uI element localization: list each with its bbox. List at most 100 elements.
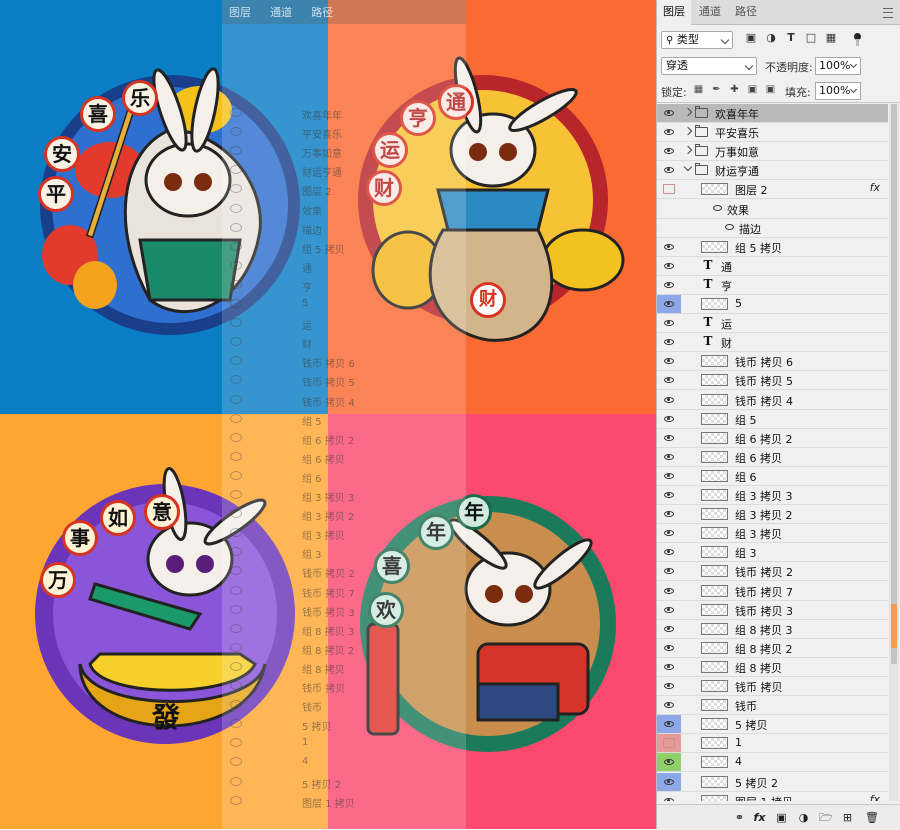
lock-artboard-icon[interactable]: ▣: [747, 84, 758, 95]
layer-row[interactable]: 组 5: [657, 410, 888, 429]
chevron-right-icon[interactable]: [683, 126, 693, 136]
visibility-toggle[interactable]: [657, 639, 681, 657]
layer-row[interactable]: T亨: [657, 276, 888, 295]
layer-row[interactable]: 4: [657, 753, 888, 773]
visibility-toggle[interactable]: [657, 314, 681, 332]
layer-row[interactable]: 钱币 拷贝: [657, 677, 888, 696]
layer-row[interactable]: 钱币 拷贝 3: [657, 601, 888, 620]
visibility-toggle[interactable]: [657, 772, 681, 791]
lock-position-move-icon[interactable]: ✚: [729, 84, 740, 95]
layer-row[interactable]: 钱币 拷贝 4: [657, 391, 888, 410]
layer-row[interactable]: 组 6 拷贝: [657, 448, 888, 467]
link-icon[interactable]: ⚭: [733, 811, 746, 824]
fill-field[interactable]: 100%: [815, 82, 861, 100]
fx-badge-icon[interactable]: fx: [870, 181, 880, 194]
adjustment-icon[interactable]: ◑: [797, 811, 810, 824]
tab-paths[interactable]: 路径: [729, 0, 763, 24]
layer-row[interactable]: 效果: [657, 200, 888, 219]
filter-pixel-icon[interactable]: ▣: [745, 32, 757, 44]
visibility-toggle[interactable]: [657, 104, 681, 122]
visibility-toggle[interactable]: [657, 142, 681, 160]
effect-eye-icon[interactable]: [713, 204, 722, 211]
visibility-toggle[interactable]: [657, 582, 681, 600]
visibility-toggle[interactable]: [657, 180, 681, 198]
layer-row[interactable]: 图层 1 拷贝 fx: [657, 792, 888, 801]
layer-row[interactable]: 组 3: [657, 543, 888, 563]
layer-row[interactable]: 组 6: [657, 467, 888, 486]
tab-channels[interactable]: 通道: [693, 0, 727, 24]
lock-transparent-icon[interactable]: ▦: [693, 84, 704, 95]
visibility-toggle[interactable]: [657, 715, 681, 734]
visibility-toggle[interactable]: [657, 391, 681, 409]
visibility-toggle[interactable]: [657, 601, 681, 619]
layer-row[interactable]: 钱币 拷贝 2: [657, 562, 888, 582]
layer-group-row[interactable]: 欢喜年年: [657, 104, 888, 123]
filter-toggle-switch[interactable]: [853, 33, 863, 47]
visibility-toggle[interactable]: [657, 562, 681, 580]
visibility-toggle[interactable]: [657, 257, 681, 275]
layer-row[interactable]: T运: [657, 314, 888, 334]
opacity-field[interactable]: 100%: [815, 57, 861, 75]
layer-row[interactable]: 组 3 拷贝: [657, 524, 888, 544]
mask-icon[interactable]: ▣: [775, 811, 788, 824]
filter-adjustment-icon[interactable]: ◑: [765, 32, 777, 44]
layer-row[interactable]: 钱币 拷贝 7: [657, 582, 888, 601]
blend-mode-select[interactable]: 穿透: [661, 57, 757, 75]
visibility-toggle[interactable]: [657, 524, 681, 542]
lock-all-icon[interactable]: ▣: [765, 84, 776, 95]
layer-row[interactable]: 钱币 拷贝 6: [657, 352, 888, 372]
visibility-toggle[interactable]: [657, 658, 681, 676]
layer-group-row[interactable]: 平安喜乐: [657, 123, 888, 143]
lock-pixels-brush-icon[interactable]: ✒: [711, 84, 722, 95]
visibility-toggle[interactable]: [657, 620, 681, 638]
layer-group-row[interactable]: 万事如意: [657, 142, 888, 162]
filter-smart-object-icon[interactable]: ▦: [825, 32, 837, 44]
visibility-toggle[interactable]: [657, 486, 681, 504]
layer-row[interactable]: 5 拷贝: [657, 715, 888, 735]
visibility-toggle[interactable]: [657, 333, 681, 351]
layer-row[interactable]: 钱币 拷贝 5: [657, 371, 888, 391]
filter-shape-icon[interactable]: □: [805, 32, 817, 44]
layer-row[interactable]: 组 8 拷贝 2: [657, 639, 888, 658]
visibility-toggle[interactable]: [657, 448, 681, 466]
layer-row[interactable]: T财: [657, 333, 888, 353]
visibility-toggle[interactable]: [657, 543, 681, 561]
trash-icon[interactable]: 🗑: [865, 811, 879, 824]
filter-kind-select[interactable]: ⚲ 类型: [661, 31, 733, 49]
visibility-toggle[interactable]: [657, 467, 681, 485]
scrollbar-thumb[interactable]: [891, 104, 897, 664]
layer-row[interactable]: 5: [657, 295, 888, 314]
chevron-right-icon[interactable]: [683, 107, 693, 117]
filter-text-icon[interactable]: T: [785, 32, 797, 44]
layer-list-scrollbar[interactable]: [889, 104, 899, 801]
visibility-toggle[interactable]: [657, 371, 681, 389]
tab-layers[interactable]: 图层: [657, 0, 691, 25]
chevron-down-icon[interactable]: [683, 163, 693, 172]
layer-row[interactable]: 组 6 拷贝 2: [657, 429, 888, 448]
visibility-toggle[interactable]: [657, 677, 681, 695]
visibility-toggle[interactable]: [657, 410, 681, 428]
panel-menu-icon[interactable]: [883, 8, 893, 18]
visibility-toggle[interactable]: [657, 696, 681, 714]
new-layer-icon[interactable]: ⊞: [841, 811, 854, 824]
visibility-toggle[interactable]: [657, 429, 681, 447]
layer-row[interactable]: 组 5 拷贝: [657, 238, 888, 257]
layer-row[interactable]: 组 8 拷贝: [657, 658, 888, 677]
layer-row[interactable]: 组 8 拷贝 3: [657, 620, 888, 639]
layer-row[interactable]: T通: [657, 257, 888, 276]
visibility-toggle[interactable]: [657, 295, 681, 313]
layer-row[interactable]: 5 拷贝 2: [657, 772, 888, 792]
layer-group-row[interactable]: 财运亨通: [657, 161, 888, 181]
visibility-toggle[interactable]: [657, 161, 681, 179]
layer-row[interactable]: 描边: [657, 219, 888, 238]
fx-icon[interactable]: fx: [753, 811, 766, 824]
visibility-toggle[interactable]: [657, 792, 681, 801]
new-group-icon[interactable]: 🗁: [819, 811, 833, 824]
visibility-toggle[interactable]: [657, 238, 681, 256]
visibility-toggle[interactable]: [657, 753, 681, 772]
layer-row[interactable]: 组 3 拷贝 3: [657, 486, 888, 505]
document-canvas[interactable]: 平 安 喜 乐 财 运 亨 通 财 万 事 如 意 發 欢 喜 年 年 图层 通…: [0, 0, 656, 829]
chevron-right-icon[interactable]: [683, 145, 693, 155]
visibility-toggle[interactable]: [657, 352, 681, 370]
layer-row[interactable]: 图层 2 fx: [657, 180, 888, 200]
